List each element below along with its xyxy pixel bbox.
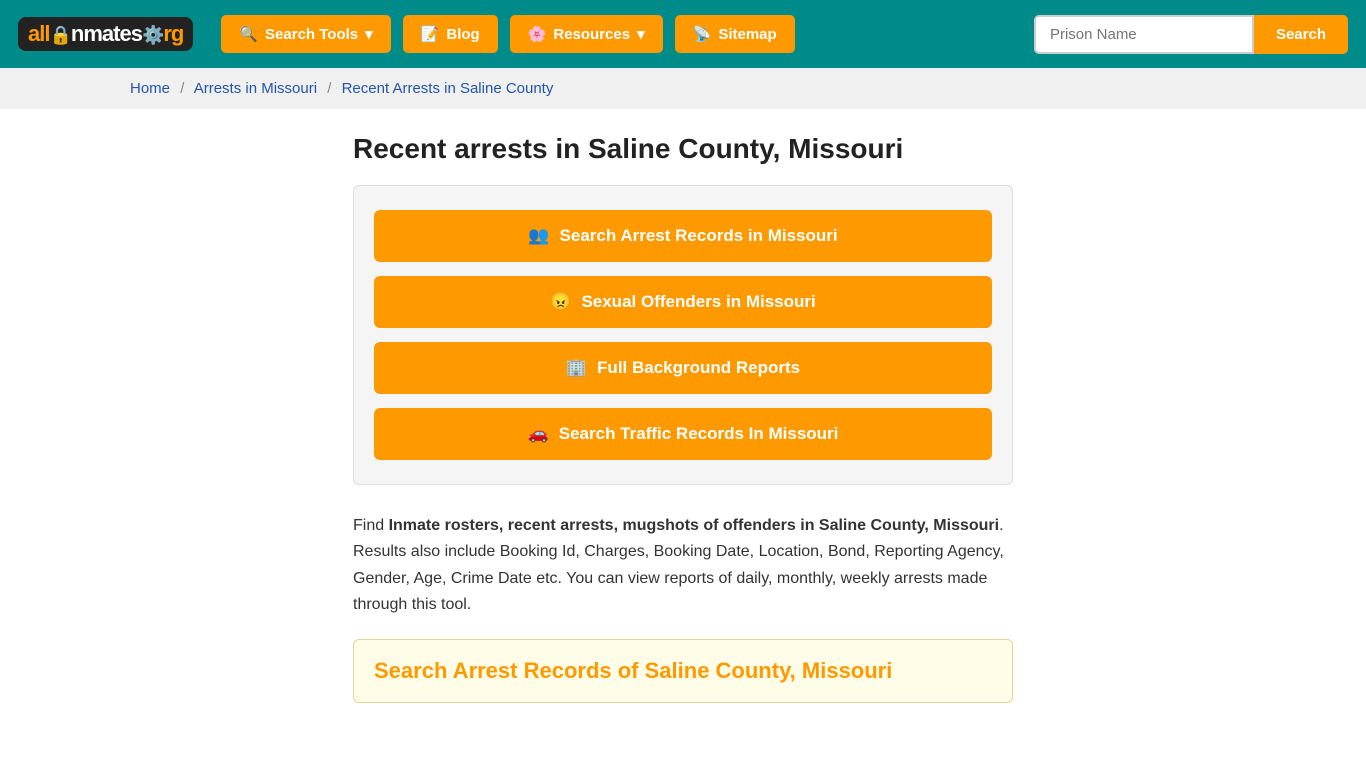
breadcrumb-current: Recent Arrests in Saline County <box>342 80 554 97</box>
search-tools-button[interactable]: 🔍 Search Tools ▾ <box>221 15 390 53</box>
search-arrest-label: Search Arrest Records in Missouri <box>560 226 838 246</box>
traffic-records-label: Search Traffic Records In Missouri <box>559 424 839 444</box>
sexual-offenders-icon: 😠 <box>550 292 571 312</box>
logo-org: rg <box>163 21 183 46</box>
desc-prefix: Find <box>353 517 389 534</box>
blog-button[interactable]: 📝 Blog <box>403 15 498 53</box>
resources-icon: 🌸 <box>528 25 547 43</box>
main-content: Recent arrests in Saline County, Missour… <box>223 109 1143 703</box>
blog-label: Blog <box>446 26 479 43</box>
sexual-offenders-button[interactable]: 😠 Sexual Offenders in Missouri <box>374 276 992 328</box>
traffic-records-icon: 🚗 <box>528 424 549 444</box>
breadcrumb-home[interactable]: Home <box>130 80 170 97</box>
breadcrumb: Home / Arrests in Missouri / Recent Arre… <box>0 68 1366 109</box>
traffic-records-button[interactable]: 🚗 Search Traffic Records In Missouri <box>374 408 992 460</box>
logo-all: all <box>28 21 49 46</box>
background-reports-label: Full Background Reports <box>597 358 800 378</box>
action-card: 👥 Search Arrest Records in Missouri 😠 Se… <box>353 185 1013 485</box>
resources-button[interactable]: 🌸 Resources ▾ <box>510 15 663 53</box>
sitemap-icon: 📡 <box>693 25 712 43</box>
prison-name-input[interactable] <box>1034 15 1254 54</box>
breadcrumb-arrests[interactable]: Arrests in Missouri <box>194 80 317 97</box>
breadcrumb-sep-2: / <box>327 80 331 97</box>
page-title: Recent arrests in Saline County, Missour… <box>353 133 1013 165</box>
header-search-label: Search <box>1276 26 1326 43</box>
site-logo[interactable]: all🔒nmates⚙️rg <box>18 17 193 51</box>
header-search-box: Search <box>1034 15 1348 54</box>
background-reports-button[interactable]: 🏢 Full Background Reports <box>374 342 992 394</box>
sitemap-button[interactable]: 📡 Sitemap <box>675 15 795 53</box>
breadcrumb-sep-1: / <box>180 80 184 97</box>
search-records-title: Search Arrest Records of Saline County, … <box>374 658 992 684</box>
logo-inmates: nmates <box>71 21 142 46</box>
site-header: all🔒nmates⚙️rg 🔍 Search Tools ▾ 📝 Blog 🌸… <box>0 0 1366 68</box>
search-tools-label: Search Tools <box>265 26 358 43</box>
search-tools-chevron: ▾ <box>365 25 373 43</box>
header-search-button[interactable]: Search <box>1254 15 1348 54</box>
resources-label: Resources <box>553 26 630 43</box>
background-reports-icon: 🏢 <box>566 358 587 378</box>
description-text: Find Inmate rosters, recent arrests, mug… <box>353 513 1013 619</box>
blog-icon: 📝 <box>421 25 440 43</box>
sitemap-label: Sitemap <box>718 26 776 43</box>
sexual-offenders-label: Sexual Offenders in Missouri <box>581 292 815 312</box>
search-records-section: Search Arrest Records of Saline County, … <box>353 639 1013 703</box>
search-arrest-button[interactable]: 👥 Search Arrest Records in Missouri <box>374 210 992 262</box>
desc-bold: Inmate rosters, recent arrests, mugshots… <box>389 517 1000 534</box>
resources-chevron: ▾ <box>637 25 645 43</box>
search-tools-icon: 🔍 <box>239 25 258 43</box>
search-arrest-icon: 👥 <box>528 226 549 246</box>
